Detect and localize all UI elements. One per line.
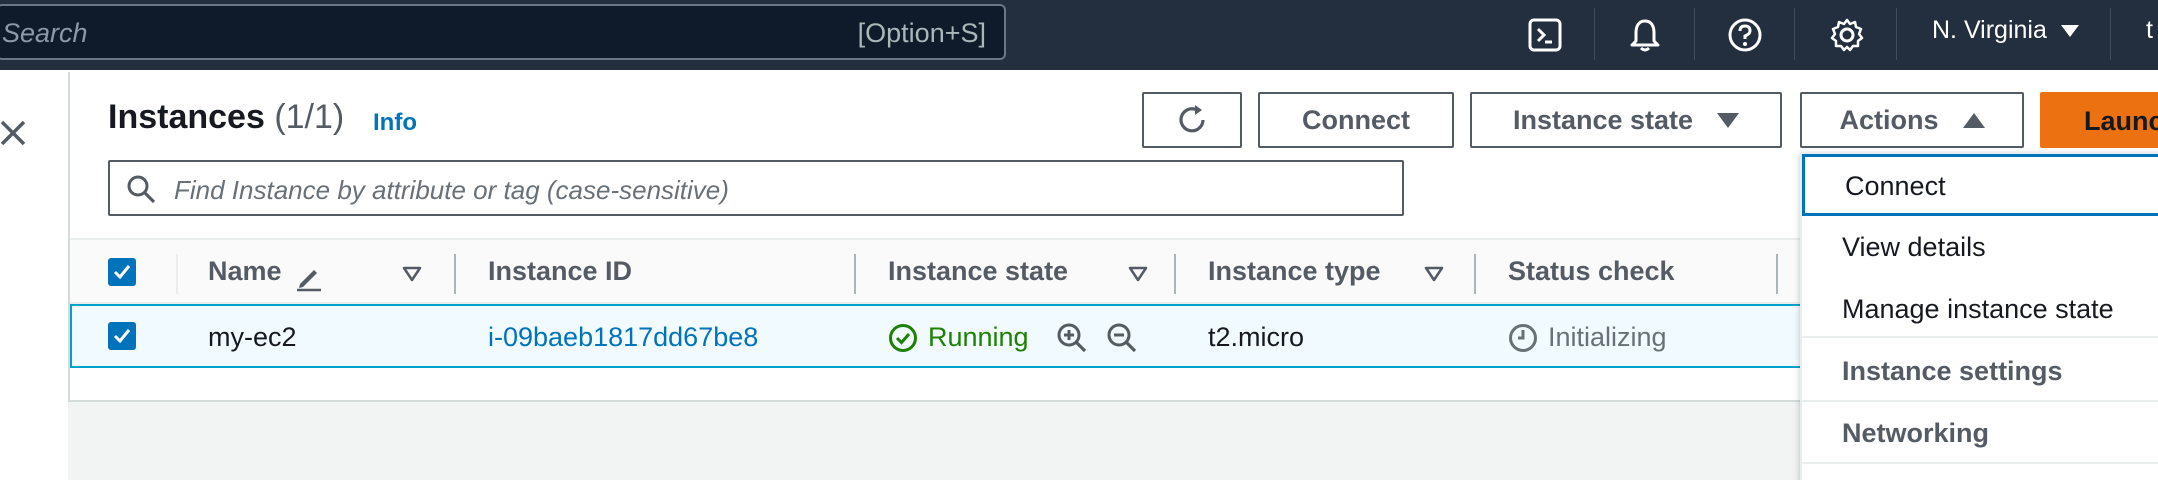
search-icon [127,175,156,204]
row-select-checkbox[interactable] [108,322,136,350]
instance-state-button[interactable]: Instance state [1470,92,1782,148]
search-shortcut-hint: [Option+S] [857,18,986,48]
region-label: N. Virginia [1932,16,2047,44]
menu-group-networking[interactable]: Networking [1802,404,2158,466]
actions-dropdown-menu: Connect View details Manage instance sta… [1800,152,2158,480]
menu-item-manage-instance-state[interactable]: Manage instance state [1802,280,2158,342]
table-footer-space [70,370,1800,400]
page-title: Instances (1/1) [108,98,344,137]
caret-up-icon [1962,112,1985,128]
divider [1594,8,1595,60]
title-text: Instances [108,98,265,136]
clock-icon [1509,323,1537,352]
filter-placeholder: Find Instance by attribute or tag (case-… [174,175,729,205]
chevron-down-icon [2060,24,2079,37]
cell-instance-type: t2.micro [1208,322,1305,352]
top-navigation-bar: Search [Option+S] N. Virginia t [0,0,2158,70]
sort-caret-icon[interactable] [1424,266,1444,282]
launch-instances-button[interactable]: Launch instances [2040,92,2158,148]
info-link[interactable]: Info [373,109,417,137]
column-separator[interactable] [1776,254,1778,294]
cell-instance-state: Running [888,322,1029,353]
divider [1694,8,1695,60]
zoom-out-icon[interactable] [1106,322,1138,354]
connect-button[interactable]: Connect [1258,92,1454,148]
search-placeholder: Search [2,18,88,48]
menu-item-view-details[interactable]: View details [1802,218,2158,280]
account-menu[interactable]: t [2146,16,2153,45]
table-header: Name Instance ID Instance state Instance… [70,238,1800,304]
column-separator[interactable] [854,254,856,294]
edit-pencil-icon[interactable] [294,262,324,292]
divider [1896,8,1897,60]
menu-group-instance-settings[interactable]: Instance settings [1802,342,2158,404]
column-separator [176,254,178,294]
zoom-in-icon[interactable] [1056,322,1088,354]
divider [2110,8,2111,60]
column-header-status-check[interactable]: Status check [1508,256,1675,287]
global-search-input[interactable]: Search [Option+S] [0,4,1006,60]
column-separator[interactable] [454,254,456,294]
column-header-instance-state[interactable]: Instance state [888,256,1068,287]
divider [1794,8,1795,60]
connect-label: Connect [1302,104,1410,135]
column-separator[interactable] [1474,254,1476,294]
instance-id-link[interactable]: i-09baeb1817dd67be8 [488,322,758,353]
sort-caret-icon[interactable] [1128,266,1148,282]
launch-label: Launch instances [2084,106,2158,136]
running-label: Running [928,322,1029,352]
refresh-icon [1179,105,1205,133]
menu-divider [1802,336,2158,338]
column-header-name[interactable]: Name [208,256,282,287]
column-separator[interactable] [1174,254,1176,294]
actions-button[interactable]: Actions [1800,92,2024,148]
notifications-bell-icon[interactable] [1620,10,1670,60]
help-icon[interactable] [1720,10,1770,60]
instance-count: (1/1) [274,98,345,136]
refresh-button[interactable] [1142,92,1242,148]
table-row[interactable]: my-ec2 i-09baeb1817dd67be8 Running t2.mi… [70,304,1800,368]
settings-gear-icon[interactable] [1822,10,1872,60]
initializing-label: Initializing [1548,322,1667,352]
menu-divider [1802,462,2158,464]
column-header-instance-id[interactable]: Instance ID [488,256,632,287]
instance-filter-input[interactable]: Find Instance by attribute or tag (case-… [108,160,1404,216]
cell-name: my-ec2 [208,322,297,352]
column-header-instance-type[interactable]: Instance type [1208,256,1381,287]
instance-state-label: Instance state [1512,104,1694,135]
menu-divider [1802,400,2158,402]
cell-status-check: Initializing [1508,322,1667,353]
actions-label: Actions [1839,104,1939,135]
check-circle-icon [889,323,917,352]
select-all-checkbox[interactable] [108,258,136,286]
cloudshell-icon[interactable] [1520,10,1570,60]
menu-item-connect[interactable]: Connect [1802,154,2158,216]
region-selector[interactable]: N. Virginia [1932,16,2079,45]
close-icon[interactable] [0,118,26,148]
sort-caret-icon[interactable] [402,266,422,282]
caret-down-icon [1717,112,1740,128]
